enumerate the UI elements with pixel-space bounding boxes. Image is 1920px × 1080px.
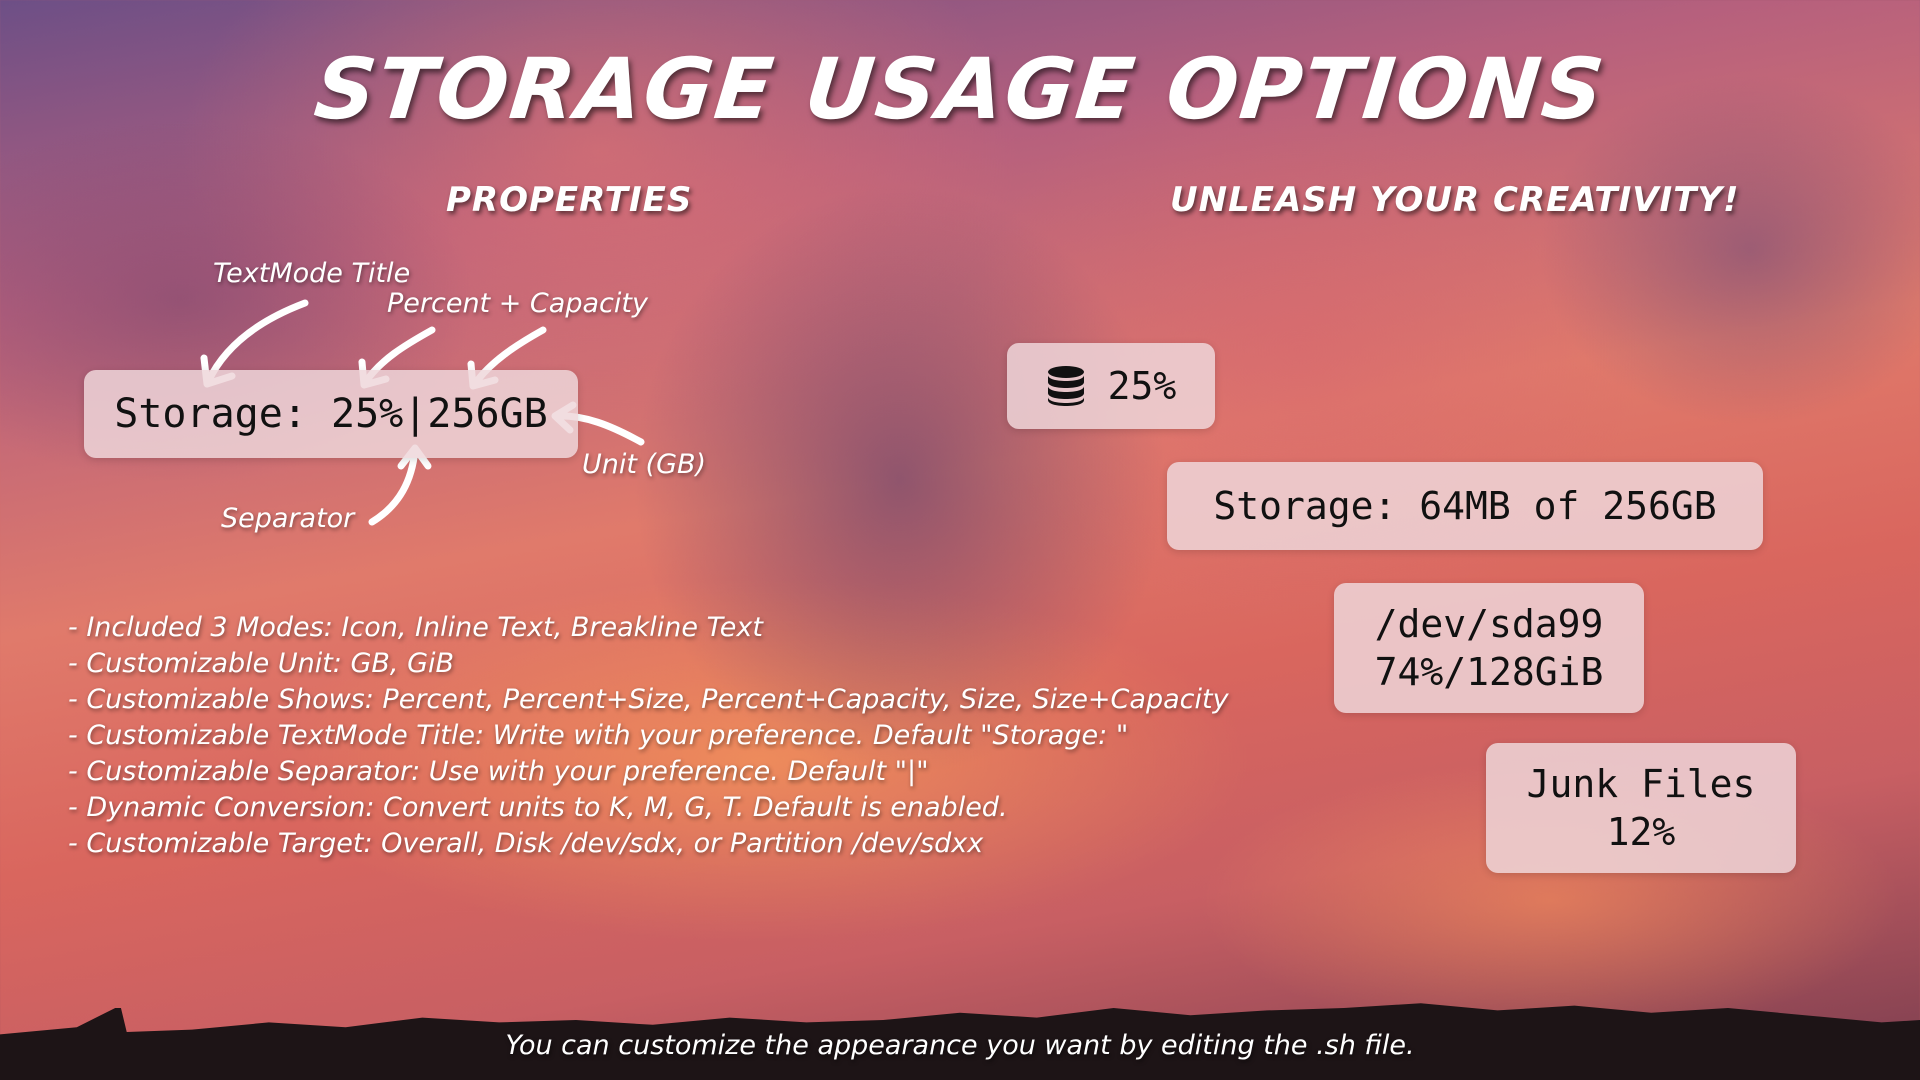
inline-mode-pill: Storage: 64MB of 256GB (1167, 462, 1763, 550)
feature-item: - Dynamic Conversion: Convert units to K… (68, 792, 1008, 823)
feature-item: - Customizable TextMode Title: Write wit… (68, 720, 1129, 751)
label-unit: Unit (GB) (582, 449, 707, 480)
icon-mode-text: 25% (1107, 364, 1177, 408)
footer-note: You can customize the appearance you wan… (505, 1030, 1415, 1061)
label-textmode-title: TextMode Title (213, 258, 411, 289)
inline-mode-text: Storage: 64MB of 256GB (1213, 484, 1717, 528)
feature-list: - Included 3 Modes: Icon, Inline Text, B… (68, 610, 1229, 862)
database-icon (1047, 366, 1084, 406)
icon-mode-pill: 25% (1007, 343, 1215, 429)
breakline-disk-line1: /dev/sda99 (1374, 602, 1604, 646)
feature-item: - Customizable Target: Overall, Disk /de… (68, 828, 984, 859)
breakline-mode-pill-junk: Junk Files 12% (1486, 743, 1796, 873)
example-storage-text: Storage: 25%|256GB (114, 391, 548, 437)
feature-item: - Customizable Unit: GB, GiB (68, 648, 455, 679)
example-storage-pill: Storage: 25%|256GB (84, 370, 578, 458)
breakline-junk-line1: Junk Files (1526, 762, 1756, 806)
feature-item: - Customizable Separator: Use with your … (68, 756, 929, 787)
breakline-junk-line2: 12% (1606, 810, 1676, 854)
label-percent-capacity: Percent + Capacity (387, 288, 648, 319)
feature-item: - Included 3 Modes: Icon, Inline Text, B… (68, 612, 763, 643)
feature-item: - Customizable Shows: Percent, Percent+S… (68, 684, 1229, 715)
label-separator: Separator (221, 503, 355, 534)
breakline-mode-pill-disk: /dev/sda99 74%/128GiB (1334, 583, 1644, 713)
breakline-disk-line2: 74%/128GiB (1374, 650, 1604, 694)
